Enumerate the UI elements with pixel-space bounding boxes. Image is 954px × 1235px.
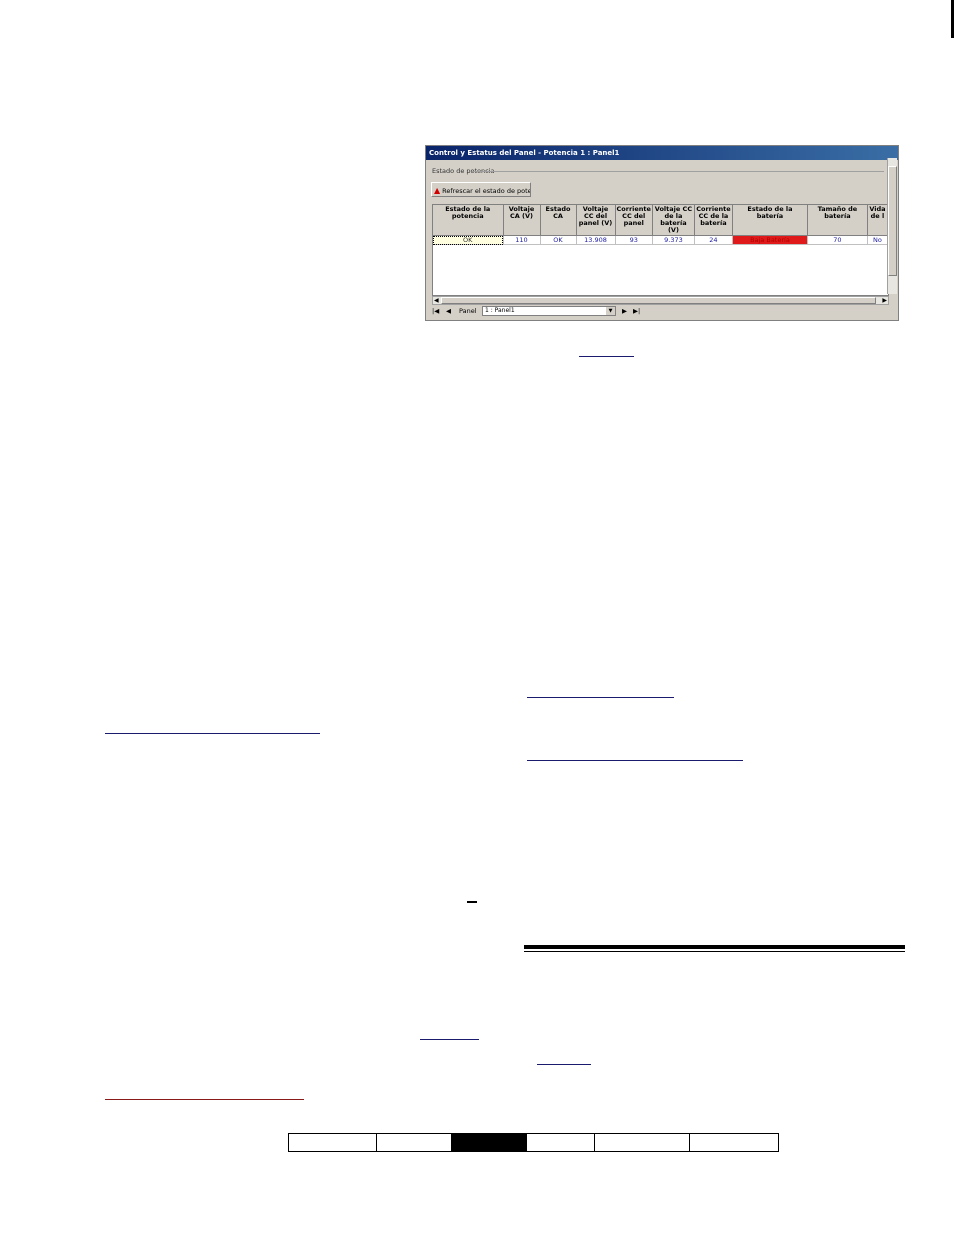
- vertical-scroll-thumb[interactable]: [888, 166, 897, 276]
- link-underline[interactable]: [527, 697, 674, 698]
- scroll-right-icon[interactable]: ▶: [882, 297, 887, 304]
- cell-ac-voltage[interactable]: 110: [503, 235, 541, 245]
- cell-panel-dc-voltage[interactable]: 13.908: [576, 235, 616, 245]
- vertical-scrollbar[interactable]: [887, 158, 897, 294]
- first-record-icon[interactable]: |◀: [432, 306, 439, 317]
- link-underline[interactable]: [105, 733, 320, 734]
- cell-battery-dc-voltage[interactable]: 9.373: [652, 235, 695, 245]
- refresh-power-status-button[interactable]: ▲Refrescar el estado de potencia: [431, 182, 531, 197]
- group-divider: [472, 171, 884, 172]
- link-underline[interactable]: [579, 356, 634, 357]
- footer-tab[interactable]: [377, 1134, 452, 1151]
- cell-battery-life[interactable]: No: [867, 235, 888, 245]
- cell-battery-dc-current[interactable]: 24: [694, 235, 733, 245]
- footer-tab[interactable]: [595, 1134, 690, 1151]
- footer-tab[interactable]: [527, 1134, 595, 1151]
- last-record-icon[interactable]: ▶|: [633, 306, 640, 317]
- column-header[interactable]: Corriente CC del panel: [615, 205, 653, 236]
- column-header[interactable]: Tamaño de batería: [807, 205, 868, 236]
- cell-battery-size[interactable]: 70: [807, 235, 868, 245]
- scroll-left-icon[interactable]: ◀: [434, 297, 439, 304]
- cell-battery-state[interactable]: Baja Batería: [732, 235, 808, 245]
- cell-panel-dc-current[interactable]: 93: [615, 235, 653, 245]
- panel-select-value: 1 : Panel1: [485, 307, 515, 314]
- refresh-button-label: Refrescar el estado de potencia: [442, 187, 531, 195]
- column-header[interactable]: Estado de la potencia: [433, 205, 504, 236]
- column-header[interactable]: Estado de la batería: [732, 205, 808, 236]
- panel-select[interactable]: 1 : Panel1 ▼: [482, 306, 616, 316]
- grid-header-row: Estado de la potencia Voltaje CA (V) Est…: [433, 205, 888, 236]
- window-title: Control y Estatus del Panel - Potencia 1…: [426, 146, 898, 160]
- column-header[interactable]: Vida de l: [867, 205, 888, 236]
- record-navigator: |◀ ◀ Panel 1 : Panel1 ▼ ▶ ▶|: [430, 306, 890, 317]
- footer-tab[interactable]: [289, 1134, 377, 1151]
- link-underline[interactable]: [537, 1064, 591, 1065]
- previous-record-icon[interactable]: ◀: [446, 306, 451, 317]
- section-rule: [524, 945, 905, 949]
- cell-ac-state[interactable]: OK: [540, 235, 577, 245]
- column-header[interactable]: Voltaje CC del panel (V): [576, 205, 616, 236]
- column-header[interactable]: Voltaje CC de la batería (V): [652, 205, 695, 236]
- link-underline[interactable]: [420, 1039, 479, 1040]
- column-header[interactable]: Estado CA: [540, 205, 577, 236]
- warning-icon: ▲: [434, 186, 441, 195]
- table-row[interactable]: OK 110 OK 13.908 93 9.373 24 Baja Baterí…: [433, 235, 888, 245]
- cell-power-state[interactable]: OK: [433, 235, 504, 245]
- section-rule-thin: [524, 951, 905, 952]
- chevron-down-icon[interactable]: ▼: [606, 307, 615, 315]
- column-header[interactable]: Voltaje CA (V): [503, 205, 541, 236]
- horizontal-scrollbar[interactable]: ◀ ▶: [432, 296, 889, 305]
- next-record-icon[interactable]: ▶: [622, 306, 627, 317]
- footer-navigation: [288, 1133, 779, 1152]
- short-dash-mark: [467, 901, 477, 903]
- panel-label: Panel: [459, 307, 477, 315]
- footer-tab[interactable]: [690, 1134, 778, 1151]
- power-status-grid: Estado de la potencia Voltaje CA (V) Est…: [432, 204, 889, 296]
- horizontal-scroll-thumb[interactable]: [441, 297, 876, 304]
- column-header[interactable]: Corriente CC de la batería: [694, 205, 733, 236]
- link-underline[interactable]: [105, 1099, 304, 1100]
- footer-tab-active[interactable]: [452, 1134, 527, 1151]
- link-underline[interactable]: [527, 760, 743, 761]
- panel-control-window: Control y Estatus del Panel - Potencia 1…: [425, 145, 899, 321]
